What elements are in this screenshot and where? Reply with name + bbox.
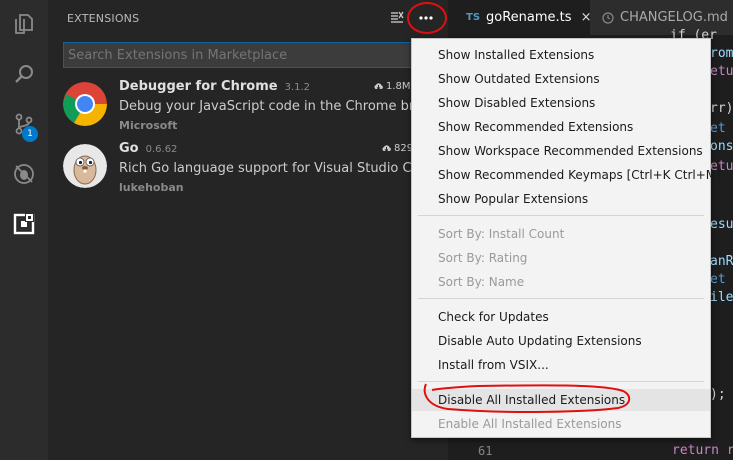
extension-downloads: 1.8M	[373, 81, 411, 92]
menu-item-show-disabled[interactable]: Show Disabled Extensions	[412, 92, 710, 114]
activity-bar: 1	[0, 0, 48, 460]
menu-item-show-outdated[interactable]: Show Outdated Extensions	[412, 68, 710, 90]
menu-item-enable-all-installed: Enable All Installed Extensions	[438, 417, 622, 431]
line-number: 61	[478, 444, 493, 458]
extension-item[interactable]: Debugger for Chrome 3.1.2 1.8M Debug your…	[48, 78, 448, 140]
menu-item-sort-install-count: Sort By: Install Count	[438, 227, 565, 241]
code-fragment: et	[710, 272, 726, 287]
extension-description: Debug your JavaScript code in the Chrome…	[119, 99, 414, 114]
menu-separator	[418, 215, 704, 216]
menu-item-show-installed[interactable]: Show Installed Extensions	[412, 44, 710, 66]
source-control-icon[interactable]	[0, 100, 48, 148]
extension-publisher: lukehoban	[119, 181, 184, 194]
menu-item-disable-auto-updating[interactable]: Disable Auto Updating Extensions	[412, 330, 710, 352]
clear-extensions-icon[interactable]	[385, 6, 409, 30]
chrome-logo-icon	[63, 82, 107, 126]
code-fragment: );	[710, 387, 726, 402]
clock-icon	[602, 11, 614, 24]
extension-downloads: 829	[381, 143, 413, 154]
cloud-download-icon	[382, 145, 391, 152]
code-fragment: anR	[710, 254, 733, 269]
code-fragment: rr)	[710, 101, 733, 116]
extensions-icon[interactable]	[0, 200, 48, 248]
menu-separator	[418, 298, 704, 299]
code-fragment: etu	[710, 64, 733, 79]
extension-version: 3.1.2	[284, 82, 311, 93]
menu-item-show-recommended[interactable]: Show Recommended Extensions	[412, 116, 710, 138]
menu-item-show-recommended-keymaps[interactable]: Show Recommended Keymaps [Ctrl+K Ctrl+M]	[412, 164, 721, 186]
extensions-search-input[interactable]	[63, 42, 433, 68]
search-icon[interactable]	[0, 50, 48, 98]
extension-version: 0.6.62	[145, 144, 178, 155]
extension-name: Go 0.6.62	[119, 141, 178, 156]
extension-publisher: Microsoft	[119, 119, 178, 132]
extension-item[interactable]: Go 0.6.62 829 Rich Go language support fo…	[48, 140, 448, 202]
code-fragment: rom	[710, 46, 733, 61]
debug-icon[interactable]	[0, 150, 48, 198]
go-gopher-logo-icon	[63, 144, 107, 188]
menu-item-show-popular[interactable]: Show Popular Extensions	[412, 188, 710, 210]
menu-item-sort-rating: Sort By: Rating	[438, 251, 528, 265]
menu-item-sort-name: Sort By: Name	[438, 275, 525, 289]
tab-gorename[interactable]: TS goRename.ts ×	[448, 0, 591, 35]
menu-item-check-updates[interactable]: Check for Updates	[412, 306, 710, 328]
typescript-file-icon: TS	[466, 12, 481, 23]
source-control-badge: 1	[22, 126, 38, 142]
menu-item-install-from-vsix[interactable]: Install from VSIX...	[412, 354, 710, 376]
code-fragment: ile	[710, 290, 733, 305]
extensions-sidebar: EXTENSIONS Debugger for Chrome3.1.2 1.8M…	[48, 0, 448, 460]
explorer-icon[interactable]	[0, 0, 48, 48]
tab-label: goRename.ts	[486, 10, 572, 25]
tab-label: CHANGELOG.md	[620, 10, 728, 25]
code-fragment: ons	[710, 139, 733, 154]
code-fragment: esu	[710, 217, 733, 232]
annotation-circle	[407, 2, 447, 34]
menu-item-show-workspace-recommended[interactable]: Show Workspace Recommended Extensions	[412, 140, 710, 162]
sidebar-title: EXTENSIONS	[67, 12, 140, 25]
sidebar-header: EXTENSIONS	[48, 0, 448, 36]
extension-description: Rich Go language support for Visual Stud…	[119, 161, 414, 176]
code-fragment: et	[710, 121, 726, 136]
cloud-download-icon	[374, 83, 383, 90]
extension-name: Debugger for Chrome 3.1.2	[119, 79, 311, 94]
code-fragment: return r	[672, 443, 733, 458]
annotation-ellipse	[423, 383, 631, 413]
